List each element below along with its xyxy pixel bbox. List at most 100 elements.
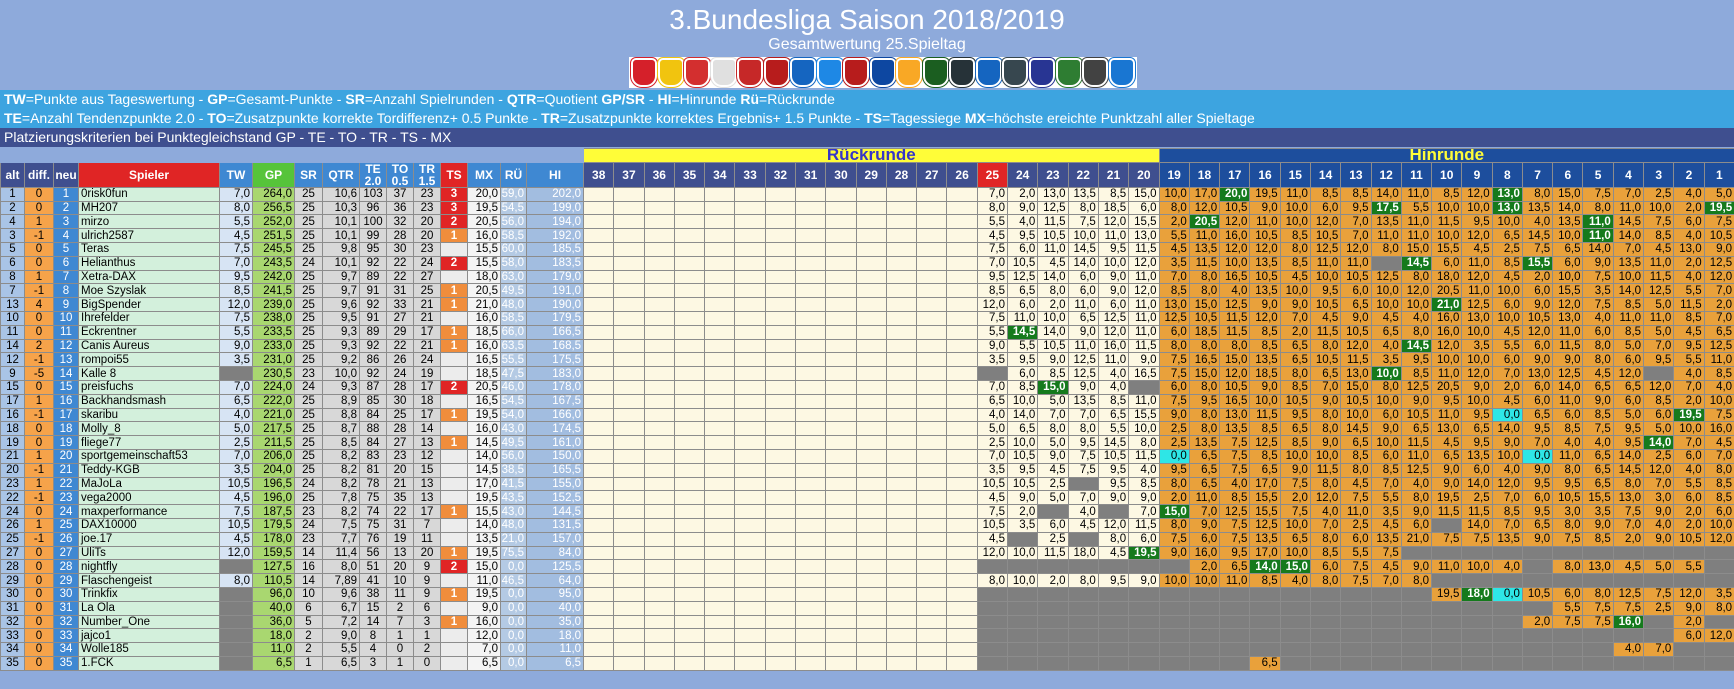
qtr-value: 8,2 (322, 504, 360, 519)
round-cell-empty (916, 655, 948, 671)
round-cell-empty (795, 531, 827, 547)
round-score: 13,0 (1158, 297, 1190, 312)
round-score: 12,0 (1673, 586, 1705, 602)
round-score: 6,5 (1552, 241, 1584, 257)
round-cell-empty (885, 586, 918, 602)
sr-value: 24 (294, 517, 323, 533)
round-cell-empty (613, 393, 645, 409)
round-score: 7,0 (1370, 476, 1402, 492)
round-score: 4,0 (1673, 186, 1705, 202)
round-score: 10,0 (1673, 421, 1705, 437)
round-score: 13,5 (1249, 531, 1281, 547)
rank-old: 7 (0, 283, 25, 299)
round-score: 8,5 (1279, 255, 1311, 271)
round-score: 4,0 (976, 407, 1009, 423)
round-cell-empty (885, 531, 918, 547)
round-score: 9,0 (1279, 297, 1311, 312)
round-cell-empty (643, 614, 675, 630)
round-score: 9,0 (1521, 297, 1554, 312)
rank-diff: 0 (24, 586, 54, 602)
round-cell-empty (613, 200, 645, 216)
round-score: 14,0 (1037, 324, 1069, 340)
mx-value: 15,5 (467, 241, 501, 257)
round-score: 8,5 (1249, 421, 1281, 437)
round-cell-empty (643, 655, 675, 671)
round-score: 5,0 (976, 421, 1009, 437)
legend-text: =höchste ereichte Punktzahl aller Spielt… (985, 110, 1255, 126)
tr-value: 17 (413, 324, 441, 340)
round-cell-empty (583, 614, 615, 630)
round-header: 17 (1219, 161, 1251, 188)
round-score: 20,5 (1431, 379, 1463, 395)
qtr-value: 10,3 (322, 200, 360, 216)
round-score: 6,5 (1219, 559, 1251, 575)
rank-old: 11 (0, 324, 25, 340)
te-value: 56 (359, 545, 387, 561)
tr-value: 6 (413, 600, 441, 616)
club-logo-icon (684, 58, 711, 87)
round-score: 9,0 (1431, 462, 1463, 478)
round-cell-empty (795, 310, 827, 326)
hi-value: 157,0 (525, 531, 585, 547)
ts-value (440, 366, 468, 381)
round-score: 7,5 (976, 310, 1009, 326)
player-name: MH207 (78, 200, 220, 216)
round-score: 11,0 (1340, 255, 1372, 271)
hi-value: 84,0 (525, 545, 585, 561)
round-score: 10,0 (1279, 448, 1311, 464)
qtr-value: 10,1 (322, 255, 360, 271)
round-score: 15,5 (1249, 504, 1281, 519)
round-cell-empty (764, 421, 797, 437)
round-score: 6,5 (1340, 297, 1372, 312)
round-score: 13,0 (1552, 310, 1584, 326)
round-score: 18,0 (1067, 545, 1099, 561)
round-score: 9,0 (1128, 352, 1160, 368)
round-score: 9,5 (1309, 283, 1342, 299)
round-score (976, 642, 1009, 657)
player-name: Moe Szyslak (78, 283, 220, 299)
round-score: 19,5 (1703, 200, 1734, 216)
round-score: 3,5 (1582, 504, 1614, 519)
round-cell-empty (855, 297, 887, 312)
round-header: 13 (1340, 161, 1372, 188)
round-cell-empty (673, 517, 706, 533)
round-score: 18,0 (1431, 269, 1463, 285)
round-cell-empty (764, 545, 797, 561)
round-score: 6,5 (1582, 448, 1614, 464)
te-value: 103 (359, 186, 387, 202)
rank-new: 32 (53, 614, 79, 630)
round-score: 7,5 (1340, 573, 1372, 588)
tr-value: 25 (413, 283, 441, 299)
rank-old: 16 (0, 407, 25, 423)
round-cell-empty (704, 614, 736, 630)
tw-value (219, 586, 253, 602)
round-cell-empty (946, 435, 978, 450)
ts-value: 1 (440, 338, 468, 354)
round-score: 7,5 (1158, 366, 1190, 381)
round-score (1461, 642, 1493, 657)
round-score: 11,0 (1461, 255, 1493, 271)
to-value: 21 (386, 476, 414, 492)
te-value: 76 (359, 531, 387, 547)
round-score: 6,0 (1067, 269, 1099, 285)
to-value: 30 (386, 241, 414, 257)
round-score: 9,5 (1552, 476, 1584, 492)
round-score: 14,5 (1340, 421, 1372, 437)
round-cell-empty (643, 283, 675, 299)
hi-value: 64,0 (525, 573, 585, 588)
round-score: 15,0 (1188, 366, 1221, 381)
round-header: 5 (1582, 161, 1614, 188)
round-score (1128, 600, 1160, 616)
sr-value: 25 (294, 421, 323, 437)
round-score: 10,5 (1006, 476, 1039, 492)
sr-value: 25 (294, 338, 323, 354)
round-cell-empty (764, 476, 797, 492)
round-score: 2,5 (1340, 517, 1372, 533)
qtr-value: 9,3 (322, 338, 360, 354)
round-score: 4,5 (976, 490, 1009, 506)
to-value: 11 (386, 586, 414, 602)
round-cell-empty (885, 490, 918, 506)
round-score: 15,5 (1552, 283, 1584, 299)
round-score: 8,0 (1340, 462, 1372, 478)
round-cell-empty (673, 366, 706, 381)
